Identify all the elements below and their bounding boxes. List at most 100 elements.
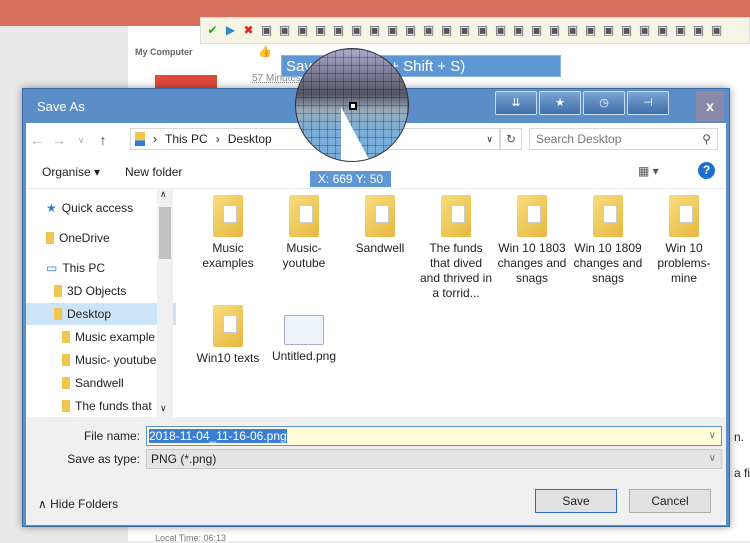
- save-as-icon[interactable]: ▣: [277, 23, 292, 38]
- stamp-icon[interactable]: ▣: [547, 23, 562, 38]
- file-item[interactable]: Win 10 problems- mine: [647, 195, 721, 286]
- border-color-icon[interactable]: ▣: [655, 23, 670, 38]
- line-icon[interactable]: ▣: [403, 23, 418, 38]
- nav-item[interactable]: OneDrive: [26, 227, 176, 249]
- my-computer-label[interactable]: My Computer: [135, 47, 193, 57]
- search-icon: ⚲: [702, 132, 711, 146]
- nav-item[interactable]: Sandwell: [26, 372, 176, 394]
- nav-item[interactable]: Music- youtube: [26, 349, 176, 371]
- folder-icon: [54, 285, 62, 297]
- thumbs-up-icon[interactable]: 👍: [258, 45, 272, 58]
- save-icon[interactable]: ▣: [259, 23, 274, 38]
- cancel-button[interactable]: Cancel: [629, 489, 711, 513]
- folder-icon: [365, 195, 395, 237]
- highlight-icon[interactable]: ▣: [511, 23, 526, 38]
- pin-button[interactable]: ⊣: [627, 91, 669, 115]
- nav-item[interactable]: Music example: [26, 326, 176, 348]
- folder-icon: [593, 195, 623, 237]
- save-type-label: Save as type:: [67, 452, 140, 466]
- arrow-icon[interactable]: ▣: [421, 23, 436, 38]
- save-type-select[interactable]: PNG (*.png) ∨: [146, 449, 722, 469]
- recent-dropdown[interactable]: ∨: [70, 135, 92, 146]
- folder-icon: [669, 195, 699, 237]
- file-item[interactable]: Music- youtube: [267, 195, 341, 271]
- grid-icon[interactable]: ▣: [601, 23, 616, 38]
- hide-folders-button[interactable]: ∧ Hide Folders: [38, 497, 118, 511]
- breadcrumb-separator-icon: ›: [215, 132, 220, 146]
- crop-icon[interactable]: ▣: [637, 23, 652, 38]
- forward-button[interactable]: →: [48, 132, 70, 148]
- chevron-down-icon[interactable]: ∨: [486, 134, 493, 145]
- ellipse-icon[interactable]: ▣: [367, 23, 382, 38]
- view-options-icon[interactable]: ▦ ▾: [638, 164, 659, 178]
- search-input[interactable]: Search Desktop ⚲: [529, 128, 718, 150]
- refresh-button[interactable]: ↻: [500, 128, 522, 150]
- folder-icon: [135, 132, 145, 146]
- close-button[interactable]: x: [696, 91, 724, 121]
- file-name: The funds that dived and thrived in a to…: [419, 241, 493, 300]
- file-item[interactable]: Untitled.png: [267, 305, 341, 364]
- file-item[interactable]: The funds that dived and thrived in a to…: [419, 195, 493, 301]
- chevron-down-icon[interactable]: ∨: [709, 427, 716, 445]
- nav-item[interactable]: Desktop: [26, 303, 176, 325]
- scrollbar-thumb[interactable]: [159, 207, 171, 259]
- up-button[interactable]: ↑: [92, 132, 114, 148]
- pencil-icon[interactable]: ▣: [385, 23, 400, 38]
- help-icon[interactable]: ?: [698, 162, 715, 179]
- play-icon[interactable]: ▶: [223, 23, 238, 38]
- image-file-icon: [284, 315, 324, 345]
- file-item[interactable]: Win 10 1809 changes and snags: [571, 195, 645, 286]
- favorite-button[interactable]: ★: [539, 91, 581, 115]
- navigation-pane: ★ Quick access OneDrive ▭ This PC 3D Objects D…: [26, 189, 176, 417]
- rectangle-icon[interactable]: ▣: [349, 23, 364, 38]
- save-button[interactable]: Save: [535, 489, 617, 513]
- new-folder-button[interactable]: New folder: [125, 165, 182, 179]
- recent-folders-button[interactable]: ◷: [583, 91, 625, 115]
- check-icon[interactable]: ✔: [205, 23, 220, 38]
- organise-button[interactable]: Organise ▾: [42, 165, 100, 179]
- magnified-cursor: [341, 107, 371, 161]
- back-button[interactable]: ←: [26, 132, 48, 148]
- nav-item[interactable]: ▭ This PC: [26, 257, 176, 279]
- counter-icon[interactable]: ▣: [493, 23, 508, 38]
- magnifier-loupe: [295, 48, 409, 162]
- nav-item-label: This PC: [62, 261, 106, 275]
- blur-icon[interactable]: ▣: [583, 23, 598, 38]
- breadcrumb-desktop[interactable]: Desktop: [228, 132, 272, 146]
- options-icon[interactable]: ▣: [691, 23, 706, 38]
- clipboard-icon[interactable]: ▣: [295, 23, 310, 38]
- print-icon[interactable]: ▣: [331, 23, 346, 38]
- minimize-to-tray-button[interactable]: ⇊: [495, 91, 537, 115]
- nav-item[interactable]: ★ Quick access: [26, 197, 176, 219]
- folder-icon: [54, 308, 62, 320]
- scroll-up-icon[interactable]: ∧: [160, 189, 167, 200]
- scroll-down-icon[interactable]: ∨: [160, 403, 167, 414]
- fill-color-icon[interactable]: ▣: [673, 23, 688, 38]
- text-box-icon[interactable]: ▣: [457, 23, 472, 38]
- file-item[interactable]: Win 10 1803 changes and snags: [495, 195, 569, 286]
- image-icon[interactable]: ▣: [529, 23, 544, 38]
- tools-icon[interactable]: ▣: [709, 23, 724, 38]
- upload-icon[interactable]: ▣: [313, 23, 328, 38]
- folder-icon: [46, 232, 54, 244]
- cancel-icon[interactable]: ✖: [241, 23, 256, 38]
- folder-icon: [289, 195, 319, 237]
- breadcrumb-this-pc[interactable]: This PC: [165, 132, 208, 146]
- save-options-panel: File name: 2018-11-04_11-16-06.png ∨ Sav…: [26, 417, 726, 525]
- file-item[interactable]: Win10 texts: [191, 305, 265, 366]
- cursor-icon[interactable]: ▣: [565, 23, 580, 38]
- spellcheck-icon[interactable]: ▣: [619, 23, 634, 38]
- nav-item[interactable]: The funds that: [26, 395, 176, 417]
- file-item[interactable]: Sandwell: [343, 195, 417, 256]
- callout-icon[interactable]: ▣: [475, 23, 490, 38]
- folder-icon: [62, 354, 70, 366]
- nav-item-label: Music example: [75, 330, 156, 344]
- nav-scrollbar[interactable]: ∧ ∨: [157, 189, 173, 417]
- nav-item[interactable]: 3D Objects: [26, 280, 176, 302]
- file-name-input[interactable]: 2018-11-04_11-16-06.png ∨: [146, 426, 722, 446]
- text-icon[interactable]: ▣: [439, 23, 454, 38]
- nav-item-label: The funds that: [75, 399, 152, 413]
- file-item[interactable]: Music examples: [191, 195, 265, 271]
- chevron-down-icon[interactable]: ∨: [709, 450, 716, 468]
- page-text: a fi: [734, 466, 750, 480]
